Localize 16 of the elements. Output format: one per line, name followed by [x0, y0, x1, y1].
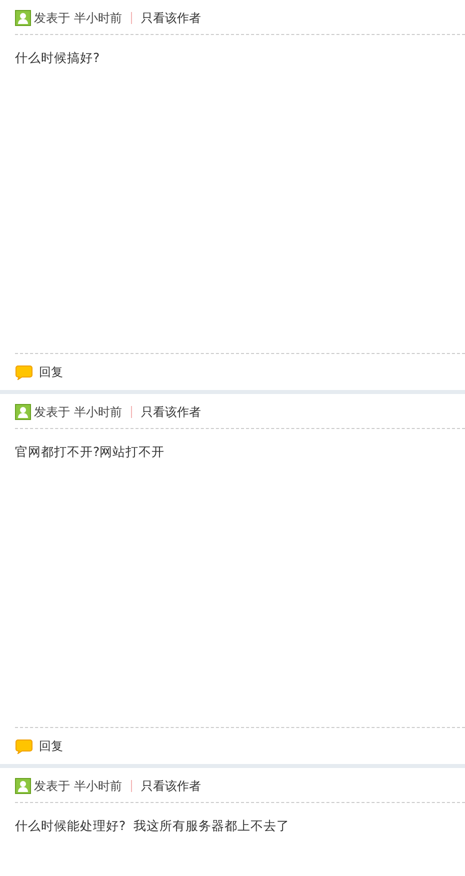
author-only-link[interactable]: 只看该作者 [140, 402, 201, 420]
speech-bubble-icon [15, 364, 33, 380]
avatar-icon [15, 778, 31, 794]
reply-link[interactable]: 回复 [39, 363, 63, 381]
post-content: 官网都打不开?网站打不开 [15, 443, 166, 461]
author-only-link[interactable]: 只看该作者 [140, 776, 201, 794]
avatar-icon [15, 404, 31, 420]
post-time: 发表于 半小时前 [34, 10, 122, 26]
author-only-link[interactable]: 只看该作者 [140, 8, 201, 26]
avatar-icon [15, 10, 31, 26]
post-content: 什么时候搞好? [15, 49, 101, 67]
speech-bubble-icon [15, 738, 33, 754]
post-content: 什么时候能处理好? 我这所有服务器都上不去了 [15, 817, 291, 835]
post-time: 发表于 半小时前 [34, 778, 122, 794]
post-time: 发表于 半小时前 [34, 404, 122, 420]
reply-link[interactable]: 回复 [39, 737, 63, 755]
